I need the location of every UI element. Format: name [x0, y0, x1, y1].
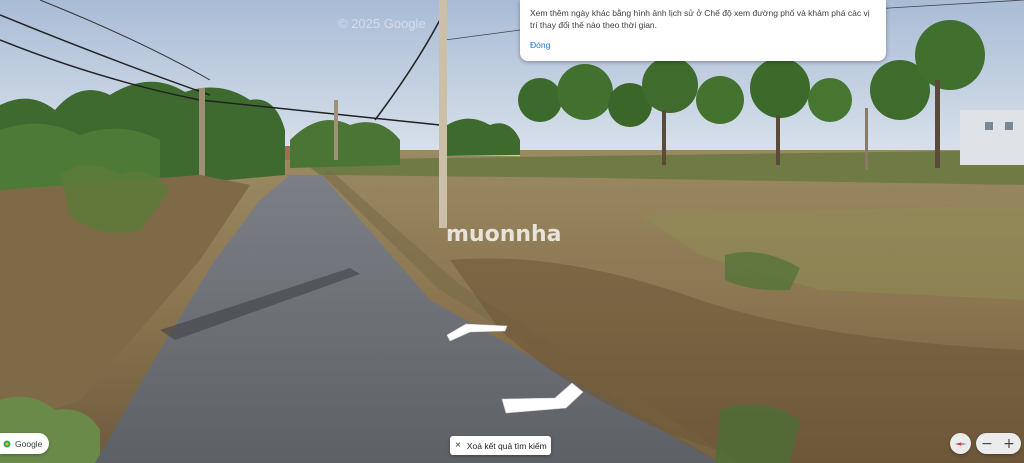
google-maps-pin-icon: [3, 440, 11, 447]
tooltip-text: Xem thêm ngày khác bằng hình ảnh lịch sử…: [530, 8, 870, 30]
clear-search-button[interactable]: × Xoá kết quả tìm kiếm: [450, 436, 551, 455]
street-view-viewport[interactable]: © 2025 Google muonnha Xem thêm ngày khác…: [0, 0, 1024, 463]
google-logo: Google: [0, 433, 49, 454]
clear-search-label: Xoá kết quả tìm kiếm: [466, 440, 547, 451]
shrub: [715, 404, 800, 463]
building: [960, 110, 1024, 165]
muonnha-watermark: muonnha: [446, 222, 562, 247]
building-window: [985, 122, 993, 130]
building-window: [1005, 122, 1013, 130]
history-tooltip: Xem thêm ngày khác bằng hình ảnh lịch sử…: [520, 0, 886, 61]
compass-button[interactable]: [950, 433, 971, 454]
tree-cluster-mid: [290, 120, 400, 168]
tooltip-close-button[interactable]: Đóng: [530, 40, 550, 50]
utility-pole: [199, 88, 205, 180]
zoom-out-button[interactable]: −: [976, 433, 998, 454]
close-icon: ×: [455, 440, 461, 451]
utility-pole: [439, 0, 447, 228]
google-label: Google: [15, 438, 43, 449]
zoom-controls: − +: [976, 433, 1021, 454]
compass-icon: [954, 442, 967, 445]
zoom-in-button[interactable]: +: [998, 433, 1020, 454]
imagery-copyright: © 2025 Google: [338, 16, 426, 31]
utility-pole: [334, 100, 338, 160]
